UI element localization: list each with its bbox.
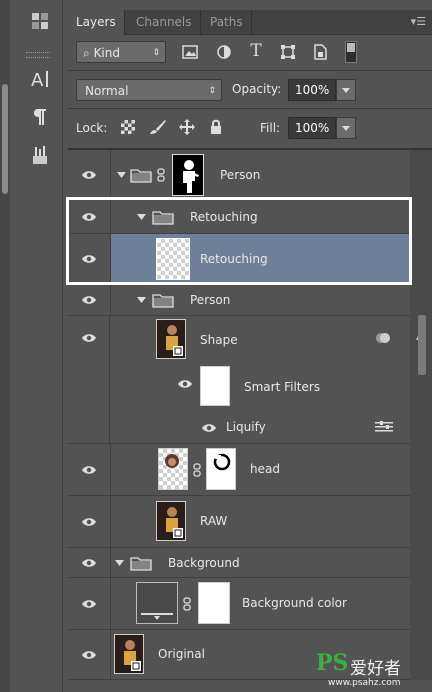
search-icon: ⌕ bbox=[83, 46, 90, 60]
layer-name[interactable]: Original bbox=[158, 647, 205, 661]
panel-menu-icon[interactable]: ▾☰ bbox=[411, 15, 426, 28]
dock-grip[interactable] bbox=[26, 52, 50, 58]
smart-object-filter-icon[interactable] bbox=[310, 43, 330, 61]
smart-filters-mask-thumbnail[interactable] bbox=[200, 366, 230, 406]
visibility-eye-icon[interactable] bbox=[68, 630, 111, 679]
layer-name[interactable]: Background color bbox=[242, 596, 347, 610]
fill-dropdown-button[interactable] bbox=[336, 117, 356, 139]
3d-cube-icon[interactable] bbox=[26, 8, 54, 34]
smart-filters-eye-icon[interactable] bbox=[176, 378, 194, 390]
lock-label: Lock: bbox=[76, 121, 108, 135]
updown-icon: ⇕ bbox=[208, 86, 216, 96]
scrollbar-thumb[interactable] bbox=[418, 315, 426, 375]
group-mask-thumbnail[interactable] bbox=[172, 154, 204, 196]
layer-thumbnail[interactable] bbox=[158, 448, 188, 490]
layer-row-person-group[interactable]: Person bbox=[68, 150, 410, 200]
opacity-input[interactable]: 100% bbox=[288, 79, 336, 101]
visibility-eye-icon[interactable] bbox=[68, 578, 111, 629]
lock-image-pixels-brush-icon[interactable] bbox=[148, 118, 168, 136]
chevron-down-icon[interactable] bbox=[116, 170, 126, 180]
type-filter-icon[interactable]: T bbox=[246, 41, 266, 61]
layer-name[interactable]: Liquify bbox=[226, 420, 266, 434]
filter-kind-select[interactable]: ⌕ Kind ⇕ bbox=[76, 41, 166, 63]
watermark-url: www.psahz.com bbox=[328, 678, 401, 688]
separator bbox=[68, 108, 432, 109]
chain-link-icon[interactable] bbox=[192, 462, 202, 478]
folder-icon bbox=[130, 165, 152, 185]
layer-mask-thumbnail[interactable] bbox=[206, 448, 236, 490]
fill-layer-thumbnail[interactable] bbox=[136, 582, 178, 624]
tab-paths[interactable]: Paths bbox=[202, 10, 252, 34]
lock-position-move-icon[interactable] bbox=[178, 118, 196, 136]
lock-all-icon[interactable] bbox=[208, 118, 224, 136]
highlight-frame bbox=[66, 197, 412, 285]
blend-mode-value: Normal bbox=[85, 84, 129, 98]
layer-name[interactable]: Person bbox=[220, 168, 260, 182]
brush-presets-icon[interactable] bbox=[26, 142, 54, 168]
layers-scrollbar[interactable]: ▲ bbox=[410, 150, 432, 680]
chain-link-icon[interactable] bbox=[156, 167, 166, 183]
updown-icon: ⇕ bbox=[152, 48, 160, 58]
liquify-eye-icon[interactable] bbox=[200, 422, 218, 434]
chevron-down-icon bbox=[342, 125, 350, 131]
watermark-logo: PS 爱好者 www.psahz.com bbox=[316, 650, 432, 692]
left-tool-strip: A bbox=[0, 0, 63, 692]
folder-icon bbox=[130, 555, 152, 571]
separator bbox=[68, 70, 432, 71]
layers-panel: Layers Channels Paths ▾☰ ⌕ Kind ⇕ T Norm… bbox=[68, 0, 432, 692]
layer-name[interactable]: RAW bbox=[200, 514, 227, 528]
layer-name[interactable]: head bbox=[250, 462, 280, 476]
smart-filter-badge-icon[interactable] bbox=[374, 330, 392, 346]
layer-row-background-group[interactable]: Background bbox=[68, 548, 410, 578]
layer-name[interactable]: Shape bbox=[200, 333, 238, 347]
fill-label: Fill: bbox=[260, 121, 281, 135]
layer-row-background-color[interactable]: Background color bbox=[68, 578, 410, 630]
adjustment-filter-icon[interactable] bbox=[214, 43, 234, 61]
pixel-filter-icon[interactable] bbox=[180, 43, 200, 61]
layer-row-person-subgroup[interactable]: Person bbox=[68, 284, 410, 316]
layer-name[interactable]: Smart Filters bbox=[244, 380, 320, 394]
chain-link-icon[interactable] bbox=[182, 596, 192, 612]
blend-mode-select[interactable]: Normal ⇕ bbox=[76, 79, 222, 101]
paragraph-panel-icon[interactable] bbox=[26, 104, 54, 130]
layer-row-shape[interactable]: Shape Smart Filters Liquify bbox=[68, 316, 410, 444]
layer-name[interactable]: Background bbox=[168, 556, 240, 570]
filter-toggle-knob bbox=[347, 43, 355, 52]
opacity-dropdown-button[interactable] bbox=[336, 79, 356, 101]
panel-tab-bar: Layers Channels Paths ▾☰ bbox=[68, 10, 432, 35]
filter-kind-label: Kind bbox=[93, 46, 120, 60]
chevron-down-icon bbox=[342, 87, 350, 93]
shape-filter-icon[interactable] bbox=[278, 43, 298, 61]
folder-icon bbox=[152, 292, 174, 308]
smart-object-thumbnail[interactable] bbox=[156, 319, 186, 359]
watermark-cn-text: 爱好者 bbox=[350, 659, 401, 679]
visibility-eye-icon[interactable] bbox=[68, 284, 111, 315]
filter-toggle-switch[interactable] bbox=[345, 41, 357, 63]
layer-row-raw[interactable]: RAW bbox=[68, 496, 410, 548]
dock-scrollbar[interactable] bbox=[2, 84, 8, 194]
tab-channels[interactable]: Channels bbox=[128, 10, 201, 34]
layer-row-head[interactable]: head bbox=[68, 444, 410, 496]
layer-mask-thumbnail[interactable] bbox=[198, 582, 230, 624]
visibility-eye-icon[interactable] bbox=[68, 316, 110, 443]
filter-blending-options-icon[interactable] bbox=[374, 420, 394, 434]
smart-object-thumbnail[interactable] bbox=[156, 501, 186, 541]
character-panel-icon[interactable]: A bbox=[26, 66, 54, 92]
layer-name[interactable]: Person bbox=[190, 293, 230, 307]
fill-input[interactable]: 100% bbox=[288, 117, 336, 139]
svg-text:A: A bbox=[31, 70, 44, 90]
chevron-down-icon[interactable] bbox=[136, 295, 146, 305]
smart-object-thumbnail[interactable] bbox=[114, 634, 144, 674]
chevron-down-icon[interactable] bbox=[114, 558, 124, 568]
tab-layers[interactable]: Layers bbox=[68, 10, 125, 35]
visibility-eye-icon[interactable] bbox=[68, 150, 111, 199]
visibility-eye-icon[interactable] bbox=[68, 496, 111, 547]
visibility-eye-icon[interactable] bbox=[68, 548, 111, 577]
lock-transparent-pixels-icon[interactable] bbox=[120, 119, 136, 135]
watermark-brand: PS bbox=[316, 650, 349, 676]
opacity-label: Opacity: bbox=[232, 82, 282, 96]
visibility-eye-icon[interactable] bbox=[68, 444, 111, 495]
